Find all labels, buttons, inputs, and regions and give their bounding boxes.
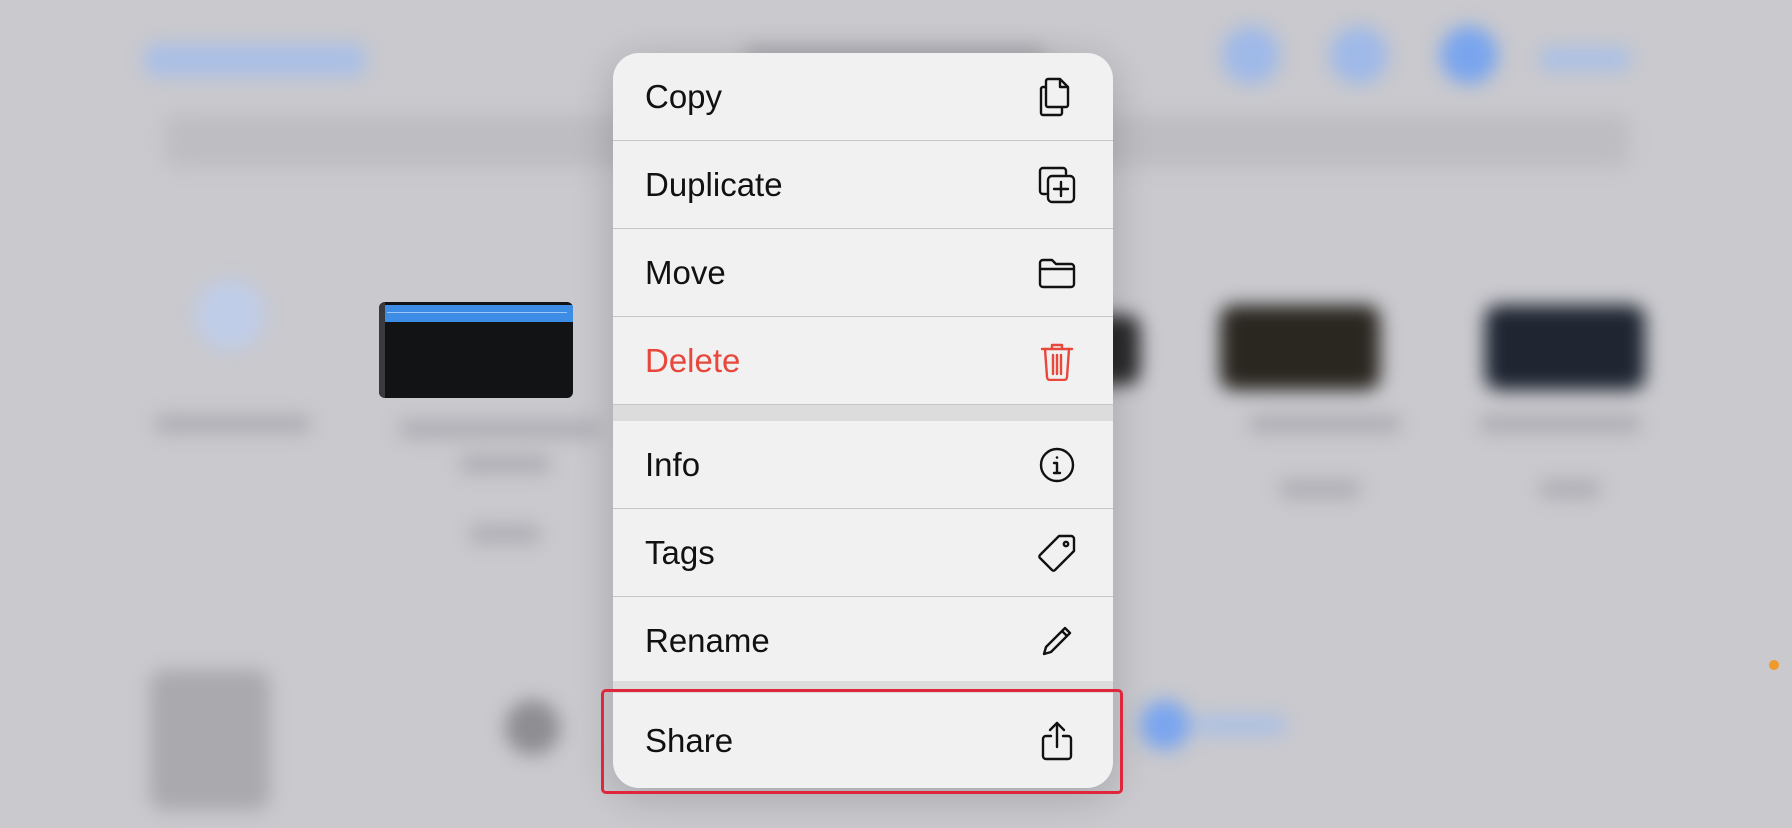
file-label [1280,480,1360,498]
toolbar-icon [1330,26,1388,84]
file-thumbnail [505,700,560,755]
toolbar-icon [1222,26,1280,84]
file-label [470,525,540,543]
file-label [1480,415,1640,433]
trash-icon [1037,340,1077,382]
activity-dot-indicator [1769,660,1779,670]
status-icon [1140,700,1190,750]
tag-icon [1037,532,1077,574]
menu-item-label: Info [645,445,701,483]
thumbnail-line [387,312,567,313]
file-label [1250,415,1400,433]
file-label [155,415,310,433]
thumbnail-header [385,305,573,322]
file-thumbnail [1220,305,1380,390]
menu-item-label: Move [645,253,726,291]
toolbar-icon [1440,26,1498,84]
menu-item-delete[interactable]: Delete [613,317,1113,405]
file-label [460,455,550,473]
menu-item-label: Delete [645,341,741,379]
folder-thumbnail [195,280,265,350]
file-label [400,420,600,438]
menu-item-move[interactable]: Move [613,229,1113,317]
menu-item-tags[interactable]: Tags [613,509,1113,597]
menu-item-label: Copy [645,77,723,115]
info-icon [1037,444,1077,486]
copy-icon [1037,76,1077,118]
toolbar-select [1540,48,1630,70]
menu-item-label: Tags [645,533,715,571]
menu-item-label: Rename [645,622,770,659]
context-menu: Copy Duplicate Move Delete Info Tags Ren… [613,53,1113,788]
menu-item-rename[interactable]: Rename [613,597,1113,685]
file-label [1540,480,1600,498]
folder-icon [1037,252,1077,294]
file-thumbnail [150,670,270,810]
file-thumbnail [1485,305,1645,390]
back-button-placeholder [145,44,365,76]
pencil-icon [1037,620,1077,662]
status-label [1195,716,1285,734]
menu-item-duplicate[interactable]: Duplicate [613,141,1113,229]
menu-group-separator [613,405,1113,421]
file-thumbnail[interactable] [379,302,573,398]
menu-item-copy[interactable]: Copy [613,53,1113,141]
menu-item-info[interactable]: Info [613,421,1113,509]
duplicate-icon [1037,164,1077,206]
menu-item-label: Duplicate [645,165,783,203]
share-highlight-box [601,689,1123,794]
